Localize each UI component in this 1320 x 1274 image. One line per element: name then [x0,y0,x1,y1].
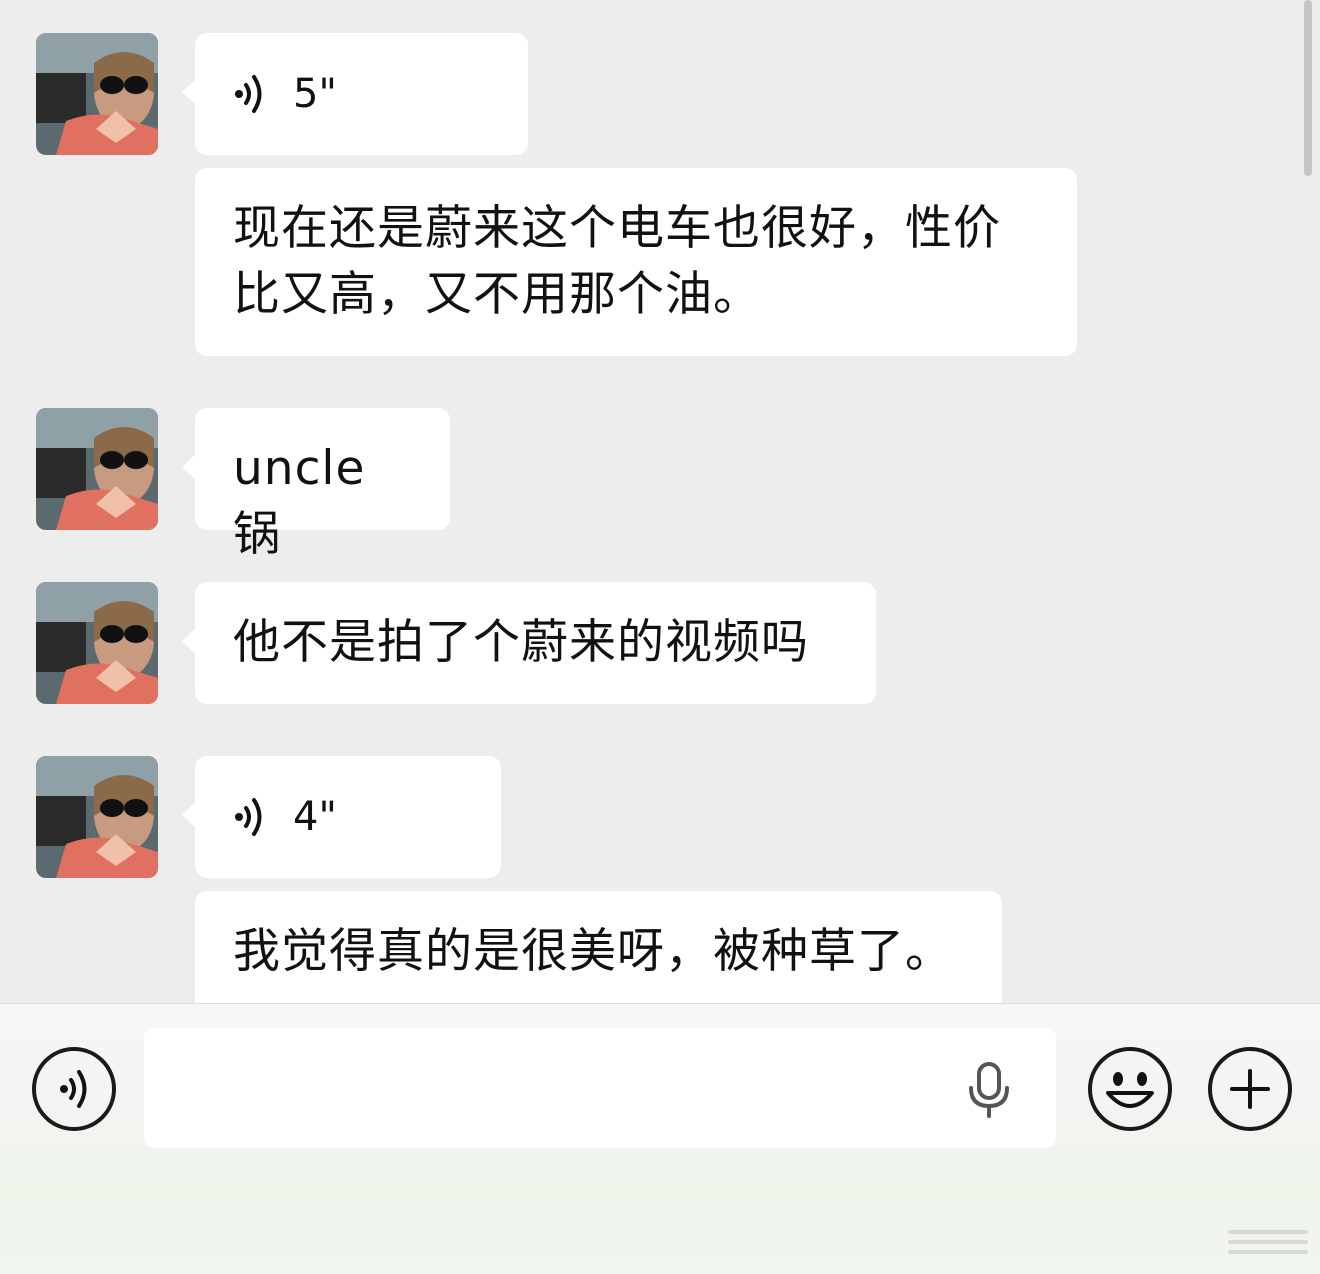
more-options-button[interactable] [1208,1047,1292,1131]
contact-avatar[interactable] [36,408,158,530]
smiley-icon [1106,1072,1154,1108]
message-input[interactable] [144,1028,1056,1148]
message-text-line: 现在还是蔚来这个电车也很好，性价 [233,201,1001,256]
voice-duration: 4" [293,794,337,840]
contact-avatar[interactable] [36,582,158,704]
watermark-logo [1228,1230,1308,1254]
message-text-line: uncle 锅 [233,441,366,562]
microphone-icon[interactable] [966,1062,1012,1118]
chat-message-list[interactable]: 5" 现在还是蔚来这个电车也很好，性价 比又高，又不用那个油。 uncle 锅 [0,0,1320,1003]
voice-wave-icon [235,798,262,836]
message-text-line: 我觉得真的是很美呀，被种草了。 [233,924,953,979]
voice-message-bubble[interactable]: 5" [182,33,528,155]
text-message-bubble[interactable]: 他不是拍了个蔚来的视频吗 [182,582,876,704]
emoji-button[interactable] [1088,1047,1172,1131]
text-message-bubble[interactable]: 我觉得真的是很美呀，被种草了。 [195,891,1002,1003]
scrollbar[interactable] [1304,0,1312,176]
text-message-bubble[interactable]: uncle 锅 [182,408,450,562]
text-message-bubble[interactable]: 现在还是蔚来这个电车也很好，性价 比又高，又不用那个油。 [195,168,1077,356]
contact-avatar[interactable] [36,33,158,155]
voice-wave-icon [60,1070,87,1108]
message-text-line: 比又高，又不用那个油。 [233,267,761,322]
plus-icon [1230,1069,1270,1109]
message-text-line: 他不是拍了个蔚来的视频吗 [233,615,809,670]
chat-input-bar [0,1003,1320,1274]
voice-toggle-button[interactable] [32,1047,116,1131]
voice-message-bubble[interactable]: 4" [182,756,501,878]
contact-avatar[interactable] [36,756,158,878]
voice-wave-icon [235,75,262,113]
voice-duration: 5" [293,71,337,117]
